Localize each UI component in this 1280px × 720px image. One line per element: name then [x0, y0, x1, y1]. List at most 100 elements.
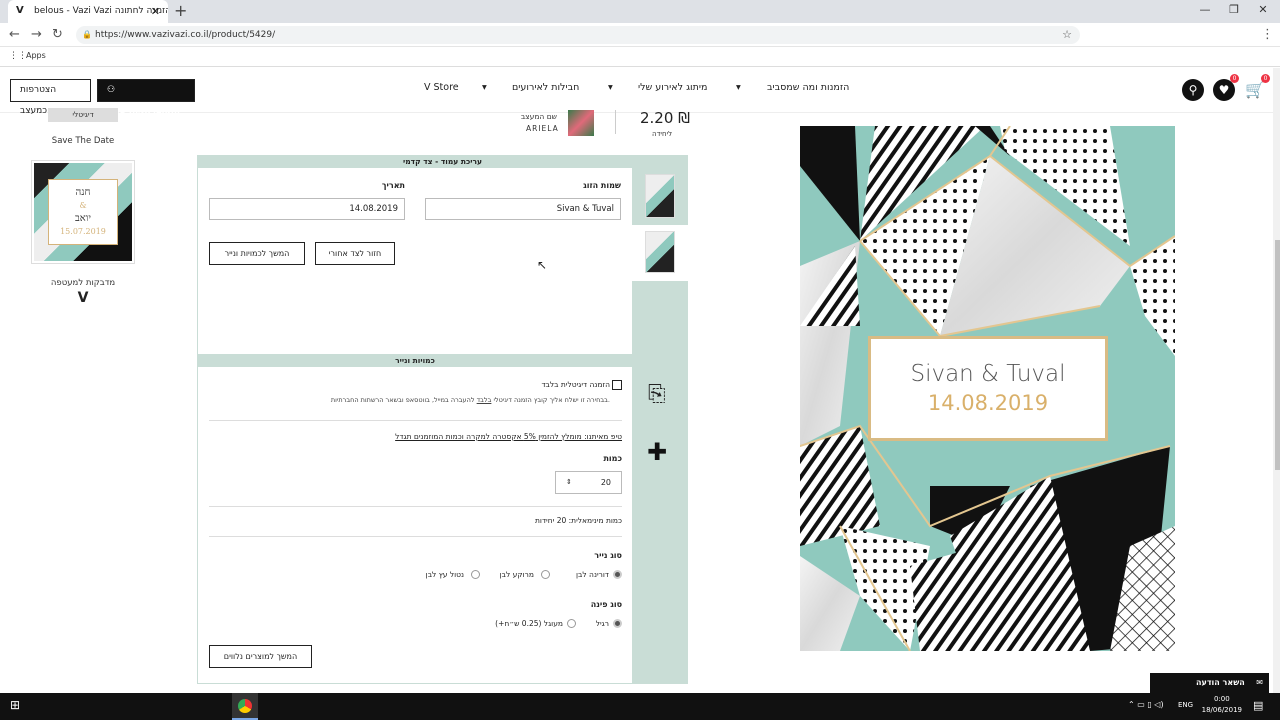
apps-bookmark[interactable]: Apps	[26, 51, 46, 60]
preview-card: Sivan & Tuval 14.08.2019	[868, 336, 1108, 441]
page-thumb-back[interactable]	[632, 168, 688, 224]
corner-option-regular[interactable]: רגיל	[575, 619, 609, 628]
forward-icon[interactable]: →	[31, 27, 42, 42]
stickers-label[interactable]: מדבקות למעטפה	[31, 278, 135, 288]
url-input[interactable]: 🔒 https://www.vazivazi.co.il/product/542…	[76, 26, 1080, 44]
digital-only-desc: בבחירה זו ישלח אליך קובץ הזמנה דיגיטלי ב…	[330, 396, 610, 404]
login-button[interactable]: ⚇ התחברות/הרשמה	[97, 79, 195, 116]
divider	[209, 506, 622, 507]
reload-icon[interactable]: ↻	[52, 27, 63, 42]
url-text: https://www.vazivazi.co.il/product/5429/	[95, 30, 276, 40]
tray-icons[interactable]: ⌃ ▭ ▯ ◁)	[1128, 700, 1164, 709]
paper-option-dorina[interactable]: דורינה לבן	[540, 570, 609, 579]
divider	[209, 420, 622, 421]
taskbar: ⊞ ⌃ ▭ ▯ ◁) ENG 0:00 18/06/2019 ▤	[0, 693, 1280, 720]
tip-text: טיפ מאיתנו: מומלץ להזמין 5% אקסטרה למקרה…	[395, 432, 622, 441]
add-plus-icon[interactable]: ✚	[647, 438, 667, 466]
notifications-icon[interactable]: ▤	[1253, 699, 1263, 712]
paper-option-woodfree[interactable]: נטול עץ לבן	[400, 570, 464, 579]
restore-icon[interactable]: ❐	[1219, 0, 1249, 20]
only-link[interactable]: בלבד	[477, 396, 492, 404]
mail-icon: ✉	[1256, 678, 1263, 687]
nav-vstore[interactable]: V Store	[424, 82, 459, 93]
wishlist-badge: 0	[1230, 74, 1239, 83]
apps-icon[interactable]: ⋮⋮	[9, 47, 27, 65]
browser-tab[interactable]: V belous - Vazi Vazi הזמנה לחתונה ✕	[8, 0, 168, 23]
nav-packages[interactable]: חבילות לאירועים	[512, 82, 579, 93]
designer-name: ARIELA	[526, 124, 559, 133]
preview-names: Sivan & Tuval	[910, 361, 1066, 387]
edit-section-title: עריכת עמוד - צד קדמי	[197, 155, 688, 168]
thumb-card: חנה & יואב 15.07.2019	[48, 179, 118, 245]
corner-option-rounded[interactable]: מעוגל (0.25 ש״ח+)	[470, 619, 563, 628]
paper-type-label: סוג נייר	[594, 551, 622, 560]
divider	[615, 110, 616, 134]
back-page-thumb	[645, 174, 675, 218]
search-icon[interactable]: ⚲	[1182, 79, 1204, 101]
copy-pages-icon[interactable]: ⎘	[648, 382, 666, 407]
quantity-label: כמות	[603, 454, 622, 463]
nav-invitations-chevron-icon[interactable]: ▾	[736, 82, 741, 93]
digital-thumb[interactable]: דיגיטלי	[48, 108, 118, 122]
user-icon: ⚇	[107, 85, 116, 95]
stickers-thumbnail[interactable]: חנה & יואב 15.07.2019	[31, 160, 135, 264]
scrollbar-thumb[interactable]	[1275, 240, 1280, 470]
back-icon[interactable]: ←	[9, 27, 20, 42]
language-indicator[interactable]: ENG	[1178, 701, 1193, 709]
cart-badge: 0	[1261, 74, 1270, 83]
nav-branding[interactable]: מיתוג לאירוע שלי	[638, 82, 707, 93]
digital-only-checkbox[interactable]	[612, 380, 622, 390]
couple-names-input[interactable]: Sivan & Tuval	[425, 198, 621, 220]
clock[interactable]: 0:00 18/06/2019	[1202, 694, 1242, 716]
stepper-arrows-icon[interactable]: ⇕	[566, 472, 572, 493]
divider	[209, 536, 622, 537]
designer-caption: שם המעצב	[520, 112, 557, 121]
qty-section-title: כמויות ונייר	[197, 354, 633, 367]
digital-only-label: הזמנה דיגיטלית בלבד	[541, 380, 610, 389]
qty-section	[197, 367, 633, 684]
minimize-icon[interactable]: —	[1190, 0, 1220, 20]
corner-radio-rounded[interactable]	[567, 619, 576, 628]
quantity-stepper[interactable]: ⇕ 20	[555, 471, 622, 494]
corner-type-label: סוג פינה	[590, 600, 622, 609]
date-input[interactable]: 14.08.2019	[209, 198, 405, 220]
window-close-icon[interactable]: ✕	[1248, 0, 1278, 20]
paper-radio-dorina[interactable]	[613, 570, 622, 579]
per-unit-label: ליחידה	[652, 130, 673, 138]
save-the-date-label[interactable]: Save The Date	[31, 136, 135, 146]
front-page-thumb	[645, 231, 675, 273]
mouse-cursor-icon: ↖	[537, 258, 548, 272]
nav-branding-chevron-icon[interactable]: ▾	[608, 82, 613, 93]
bookmarks-bar: ⋮⋮ Apps	[0, 47, 1280, 67]
preview-date: 14.08.2019	[927, 391, 1049, 415]
cart-icon[interactable]: 🛒 0	[1244, 74, 1270, 101]
tab-title: belous - Vazi Vazi הזמנה לחתונה	[34, 6, 168, 16]
bookmark-star-icon[interactable]: ☆	[1062, 26, 1072, 44]
new-tab-icon[interactable]: +	[174, 0, 187, 22]
browser-menu-icon[interactable]: ⋮	[1261, 27, 1274, 42]
scroll-down-chevron-icon[interactable]: V	[75, 290, 91, 306]
page-thumb-front[interactable]	[632, 225, 688, 281]
nav-invitations[interactable]: הזמנות ומה שמסביב	[767, 82, 849, 93]
price: 2.20 ₪	[640, 109, 690, 127]
chrome-icon	[238, 699, 252, 713]
continue-accessories-button[interactable]: המשך למוצרים נלווים	[209, 645, 312, 668]
paper-radio-embossed[interactable]	[541, 570, 550, 579]
leave-message-button[interactable]: השאר הודעה ✉	[1150, 673, 1269, 693]
back-side-button[interactable]: חזור לצד אחורי	[315, 242, 395, 265]
lock-icon: 🔒	[82, 30, 92, 39]
designer-avatar	[568, 110, 594, 136]
site-favicon-icon: V	[16, 5, 24, 16]
windows-start-icon[interactable]: ⊞	[10, 698, 20, 712]
continue-qty-button[interactable]: המשך לכמויות ונייר	[209, 242, 305, 265]
close-tab-icon[interactable]: ✕	[151, 0, 160, 23]
join-designer-button[interactable]: הצטרפות כמעצב	[10, 79, 91, 116]
browser-tab-strip	[0, 0, 1280, 23]
wishlist-heart-icon[interactable]: ♥ 0	[1213, 74, 1239, 101]
couple-label: שמות הזוג	[583, 181, 621, 190]
min-qty-text: כמות מינימאלית: 20 יחידות	[534, 516, 622, 525]
date-label: תאריך	[381, 181, 405, 190]
corner-radio-regular[interactable]	[613, 619, 622, 628]
paper-radio-woodfree[interactable]	[471, 570, 480, 579]
nav-packages-chevron-icon[interactable]: ▾	[482, 82, 487, 93]
